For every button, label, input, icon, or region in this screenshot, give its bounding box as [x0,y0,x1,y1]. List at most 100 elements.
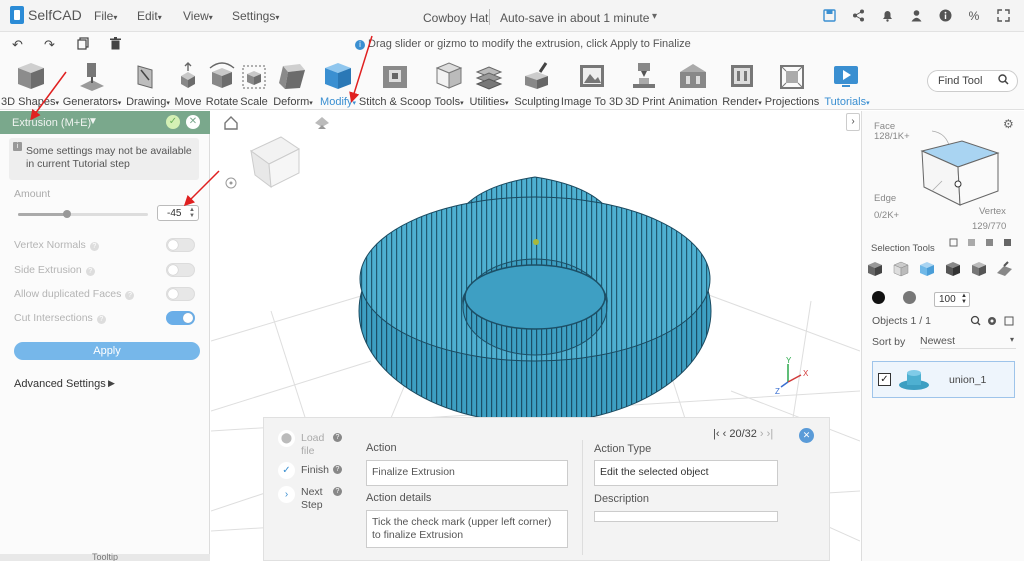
help-icon[interactable]: ? [333,465,342,474]
tool-tools[interactable]: Tools▾ [434,96,463,108]
view-cube[interactable] [250,136,300,189]
copy-icon[interactable] [77,37,89,53]
amount-slider-handle[interactable] [63,210,72,218]
stitch-scoop-icon[interactable] [383,66,407,88]
stepper-arrows-icon[interactable]: ▲ ▼ [189,207,195,219]
menu-view[interactable]: View▾ [183,9,213,23]
caret-right-icon[interactable]: ▶ [108,378,115,389]
apply-button[interactable]: Apply [14,342,200,360]
utilities-icon[interactable] [475,66,503,90]
object-list-item[interactable]: ✓ union_1 [872,361,1015,398]
tool-move[interactable]: Move [175,96,202,108]
notifications-icon[interactable] [880,9,894,23]
next-step-icon[interactable]: › [760,428,764,440]
undo-icon[interactable]: ↶ [12,37,23,53]
tool-sculpting[interactable]: Sculpting [514,96,559,108]
select-edge-icon[interactable] [944,260,962,278]
select-face-icon[interactable] [918,260,936,278]
move-icon[interactable] [181,62,195,88]
sculpting-icon[interactable] [525,62,548,89]
tool-modify[interactable]: Modify▾ [320,96,356,108]
step-next[interactable]: Next Step [301,486,331,512]
collapse-caret-icon[interactable]: ▼ [88,116,98,127]
help-icon[interactable]: ? [89,242,99,251]
home-icon[interactable] [224,116,238,130]
toggle-cut-intersections[interactable] [166,311,195,325]
menu-edit[interactable]: Edit▾ [137,9,162,23]
confirm-check-icon[interactable]: ✓ [166,115,180,129]
tool-utilities[interactable]: Utilities▾ [470,96,509,108]
help-icon[interactable]: ? [96,315,106,324]
3d-shapes-icon[interactable] [18,63,44,89]
collapse-right-panel-icon[interactable]: › [846,113,860,131]
modify-icon[interactable] [325,63,351,89]
fullscreen-icon[interactable] [996,9,1010,23]
animation-icon[interactable] [680,64,706,88]
tool-rotate[interactable]: Rotate [206,96,238,108]
document-title[interactable]: Cowboy Hat [423,11,488,25]
generators-icon[interactable] [80,63,104,91]
toggle-vertex-normals[interactable] [166,238,195,252]
object-visibility-checkbox[interactable]: ✓ [878,373,891,386]
sort-select[interactable]: Newest ▾ [920,335,1016,349]
deform-icon[interactable] [279,64,305,89]
close-icon[interactable]: ✕ [186,115,200,129]
tool-projections[interactable]: Projections [765,96,819,108]
toggle-side-extrusion[interactable] [166,263,195,277]
share-icon[interactable] [851,9,865,23]
last-step-icon[interactable]: ›| [767,428,774,440]
select-vertex-icon[interactable] [970,260,988,278]
3d-print-icon[interactable] [633,63,655,88]
tool-drawing[interactable]: Drawing▾ [126,96,170,108]
menu-settings[interactable]: Settings▾ [232,9,279,23]
advanced-settings-toggle[interactable]: Advanced Settings [14,378,106,390]
redo-icon[interactable]: ↷ [44,37,55,53]
scale-icon[interactable] [242,65,266,89]
menu-file[interactable]: File▾ [94,9,117,23]
toggle-allow-duplicated-faces[interactable] [166,287,195,301]
info-icon[interactable] [938,9,952,23]
tool-3d-shapes[interactable]: 3D Shapes▾ [1,96,59,108]
help-icon[interactable]: ? [125,291,135,300]
render-icon[interactable] [731,65,753,87]
delete-icon[interactable] [110,37,121,53]
tool-animation[interactable]: Animation [669,96,718,108]
user-icon[interactable] [909,9,923,23]
amount-slider[interactable] [18,210,148,218]
select-object-icon[interactable] [866,260,884,278]
object-list-tools[interactable] [970,315,1020,327]
help-icon[interactable]: ? [333,487,342,496]
units-icon[interactable]: % [967,9,981,23]
find-tool-search[interactable]: Find Tool [927,70,1018,92]
focus-target-icon[interactable] [225,177,237,189]
brush-icon[interactable] [903,291,916,304]
brush-size-input[interactable]: 100 ▲ ▼ [934,292,970,307]
close-icon[interactable]: ✕ [799,428,814,443]
selection-mode-cube[interactable] [902,121,1012,216]
projections-icon[interactable] [780,65,804,89]
tooltip-bar[interactable]: Tooltip [0,552,210,561]
image-to-3d-icon[interactable] [580,65,604,87]
app-logo[interactable]: SelfCAD [10,6,82,24]
select-paint-icon[interactable] [996,260,1014,278]
prev-step-icon[interactable]: ‹ [723,428,727,440]
selection-mode-icons[interactable] [948,236,1018,250]
save-icon[interactable] [822,9,836,23]
camera-icon[interactable] [315,117,329,129]
select-wireframe-icon[interactable] [892,260,910,278]
chevron-down-icon[interactable]: ▾ [652,11,657,22]
tools-icon[interactable] [435,62,463,89]
rotate-icon[interactable] [209,62,235,88]
drawing-icon[interactable] [137,65,153,89]
amount-input[interactable]: -45 ▲ ▼ [157,205,199,221]
first-step-icon[interactable]: |‹ [713,428,720,440]
tool-3d-print[interactable]: 3D Print [625,96,665,108]
help-icon[interactable]: ? [333,433,342,442]
tool-deform[interactable]: Deform▾ [273,96,313,108]
step-load-file[interactable]: Load file [301,432,331,458]
tool-generators[interactable]: Generators▾ [63,96,122,108]
tutorials-icon[interactable] [834,66,858,87]
tool-tutorials[interactable]: Tutorials▾ [824,96,869,108]
help-icon[interactable]: ? [85,267,95,276]
tool-stitch-scoop[interactable]: Stitch & Scoop [359,96,431,108]
